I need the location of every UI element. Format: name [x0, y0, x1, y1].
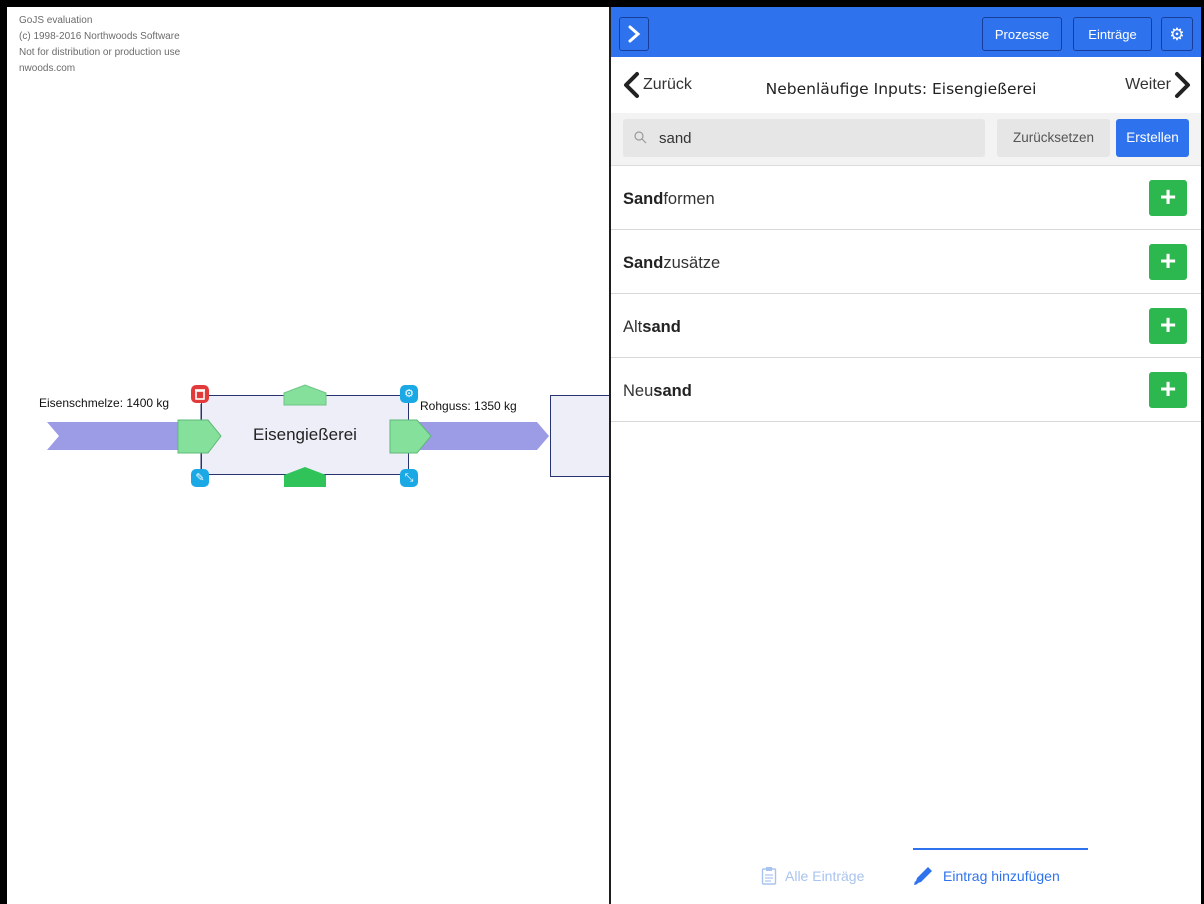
edit-node-handle[interactable]: ✎	[191, 469, 209, 487]
plus-icon: +	[1159, 309, 1177, 340]
back-label: Zurück	[643, 76, 692, 93]
search-bar: Zurücksetzen Erstellen	[611, 113, 1201, 166]
pencil-icon: ✎	[195, 471, 205, 484]
output-flow-label: Rohguss: 1350 kg	[420, 399, 517, 413]
collapse-panel-button[interactable]	[619, 17, 649, 51]
chevron-right-icon	[628, 25, 641, 43]
results-list: Sandformen + Sandzusätze + Altsand + Neu…	[611, 166, 1201, 422]
list-item[interactable]: Altsand +	[611, 294, 1201, 358]
search-input[interactable]	[659, 119, 959, 157]
forward-label: Weiter	[1125, 76, 1171, 93]
reset-button[interactable]: Zurücksetzen	[997, 119, 1110, 157]
item-label: Neusand	[623, 358, 692, 421]
item-label: Altsand	[623, 294, 681, 357]
pre-text: Alt	[623, 318, 643, 336]
resize-node-handle[interactable]: ⤡	[400, 469, 418, 487]
panel-navbar: Zurück Nebenläufige Inputs: Eisengießere…	[611, 57, 1201, 113]
pencil-icon	[914, 867, 932, 885]
entries-button[interactable]: Einträge	[1073, 17, 1152, 51]
plus-icon: +	[1159, 245, 1177, 276]
item-label: Sandzusätze	[623, 230, 720, 293]
add-item-button[interactable]: +	[1149, 308, 1187, 344]
list-item[interactable]: Sandzusätze +	[611, 230, 1201, 294]
rest-text: formen	[663, 190, 715, 208]
rest-text: zusätze	[663, 254, 721, 272]
chevron-right-icon	[1175, 72, 1190, 98]
settings-button[interactable]: ⚙	[1161, 17, 1193, 51]
match-text: sand	[642, 318, 681, 336]
bottom-port	[284, 467, 326, 487]
clipboard-icon	[761, 867, 777, 885]
add-item-button[interactable]: +	[1149, 372, 1187, 408]
diagram-canvas[interactable]: GoJS evaluation (c) 1998-2016 Northwoods…	[7, 7, 620, 904]
output-port	[389, 419, 432, 454]
plus-icon: +	[1159, 181, 1177, 212]
chevron-left-icon	[624, 72, 639, 98]
match-text: sand	[653, 382, 692, 400]
page-title: Nebenläufige Inputs: Eisengießerei	[765, 80, 1037, 98]
create-button[interactable]: Erstellen	[1116, 119, 1189, 157]
list-item[interactable]: Sandformen +	[611, 166, 1201, 230]
item-label: Sandformen	[623, 166, 715, 229]
panel-topbar: Prozesse Einträge ⚙	[611, 7, 1201, 57]
node-settings-handle[interactable]: ⚙	[400, 385, 418, 403]
pre-text: Neu	[623, 382, 654, 400]
bottom-tab-bar: Alle Einträge Eintrag hinzufügen	[611, 848, 1201, 904]
back-button[interactable]: Zurück	[621, 67, 692, 103]
gear-icon: ⚙	[404, 387, 414, 400]
forward-button[interactable]: Weiter	[1125, 67, 1193, 103]
match-text: Sand	[623, 190, 664, 208]
resize-icon: ⤡	[404, 471, 414, 484]
tab-add-entry-label: Eintrag hinzufügen	[943, 868, 1060, 884]
search-icon	[634, 131, 647, 144]
add-item-button[interactable]: +	[1149, 244, 1187, 280]
trash-icon	[195, 389, 205, 400]
top-port	[283, 384, 327, 406]
tab-add-entry[interactable]: Eintrag hinzufügen	[911, 848, 1060, 904]
input-port	[177, 419, 222, 454]
tab-all-entries-label: Alle Einträge	[785, 868, 865, 884]
port-graphics	[177, 384, 432, 487]
list-item[interactable]: Neusand +	[611, 358, 1201, 422]
app-frame: GoJS evaluation (c) 1998-2016 Northwoods…	[7, 7, 1201, 904]
search-field[interactable]	[623, 119, 985, 157]
side-panel: Prozesse Einträge ⚙ Zurück Nebenläufige …	[609, 7, 1201, 904]
delete-node-handle[interactable]	[191, 385, 209, 403]
plus-icon: +	[1159, 373, 1177, 404]
processes-button[interactable]: Prozesse	[982, 17, 1062, 51]
add-item-button[interactable]: +	[1149, 180, 1187, 216]
tab-all-entries[interactable]: Alle Einträge	[761, 848, 864, 904]
match-text: Sand	[623, 254, 664, 272]
gear-icon: ⚙	[1169, 25, 1185, 45]
